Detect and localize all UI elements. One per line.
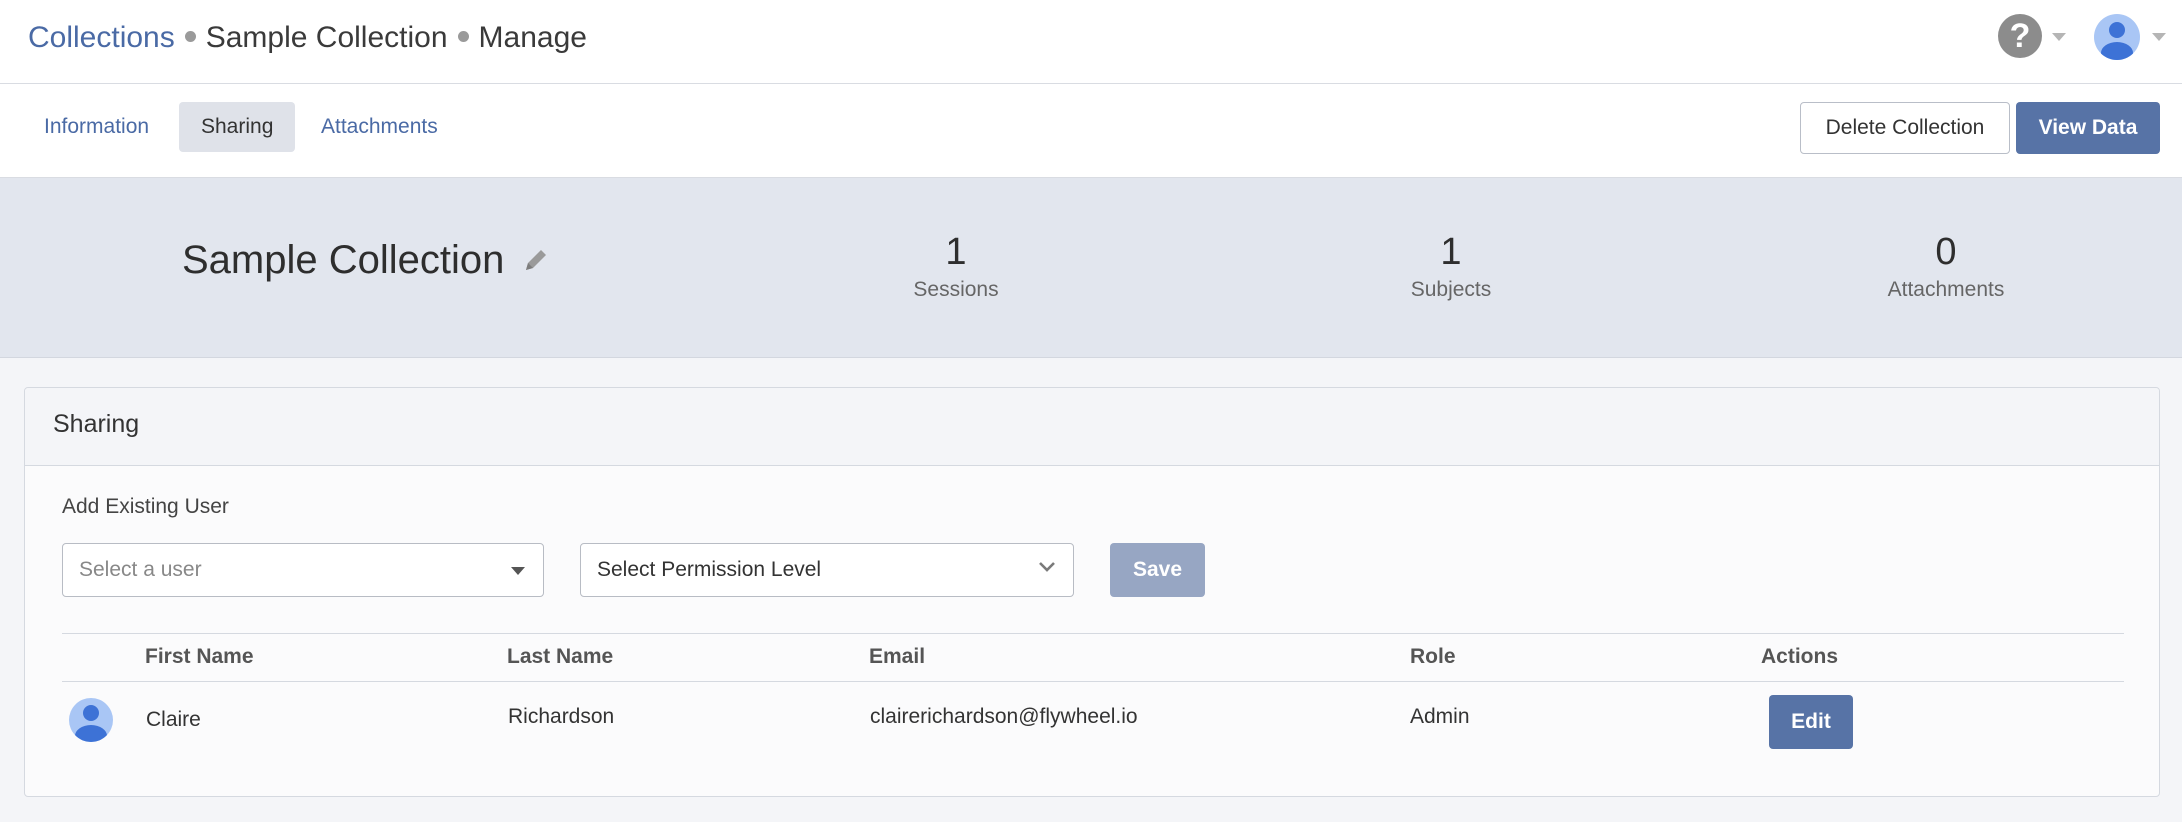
stat-sessions: 1 Sessions [836,230,1076,304]
avatar-head [2109,22,2125,38]
stat-attachments: 0 Attachments [1826,230,2066,304]
column-header-first-name: First Name [145,645,254,668]
chevron-down-icon [2052,33,2066,41]
avatar-body [2101,42,2133,60]
avatar-head [83,705,99,721]
breadcrumb-separator [457,30,469,42]
help-icon[interactable]: ? [1998,14,2042,58]
cell-last-name: Richardson [508,705,615,728]
chevron-down-icon [1039,562,1055,572]
cell-first-name: Claire [146,708,201,731]
delete-collection-button[interactable]: Delete Collection [1800,102,2010,154]
tab-attachments[interactable]: Attachments [299,102,460,152]
stat-subjects: 1 Subjects [1331,230,1571,304]
user-select[interactable]: Select a user [62,543,544,597]
tab-information[interactable]: Information [22,102,171,152]
panel-title: Sharing [53,410,140,438]
column-header-role: Role [1410,645,1456,668]
breadcrumb-collection: Sample Collection [205,21,448,54]
user-avatar-icon [69,698,113,742]
breadcrumb-current: Manage [478,21,587,54]
add-user-label: Add Existing User [62,495,229,518]
column-header-last-name: Last Name [507,645,614,668]
tab-bar: Information Sharing Attachments Delete C… [0,84,2182,178]
stat-label: Attachments [1887,278,2005,301]
breadcrumb-separator [184,30,196,42]
sharing-panel: Sharing Add Existing User Select a user … [24,387,2160,797]
panel-header: Sharing [25,388,2159,466]
chevron-down-icon [2152,33,2166,41]
stat-label: Sessions [913,278,999,301]
view-data-button[interactable]: View Data [2016,102,2160,154]
avatar-body [75,725,107,742]
stat-value: 1 [1440,231,1462,273]
stat-value: 1 [945,231,967,273]
table-divider [62,681,2124,682]
user-avatar-icon[interactable] [2094,14,2140,60]
save-button[interactable]: Save [1110,543,1205,597]
permission-select-placeholder: Select Permission Level [597,558,822,581]
user-select-placeholder: Select a user [79,558,202,581]
pencil-icon[interactable] [522,246,550,274]
table-divider [62,633,2124,634]
edit-button[interactable]: Edit [1769,695,1853,749]
cell-email: clairerichardson@flywheel.io [870,705,1138,728]
breadcrumb-collections-link[interactable]: Collections [28,21,175,54]
tab-sharing[interactable]: Sharing [179,102,296,152]
cell-role: Admin [1410,705,1470,728]
stat-label: Subjects [1410,278,1492,301]
caret-down-icon [511,567,525,575]
collection-summary: Sample Collection 1 Sessions 1 Subjects … [0,178,2182,358]
breadcrumb: Collections Sample Collection Manage [28,18,587,58]
help-menu[interactable]: ? [1998,14,2066,60]
collection-title: Sample Collection [182,238,505,282]
permission-select[interactable]: Select Permission Level [580,543,1074,597]
column-header-email: Email [869,645,926,668]
column-header-actions: Actions [1761,645,1839,668]
top-bar: Collections Sample Collection Manage ? [0,0,2182,84]
user-menu[interactable] [2094,14,2174,62]
stat-value: 0 [1935,231,1957,273]
